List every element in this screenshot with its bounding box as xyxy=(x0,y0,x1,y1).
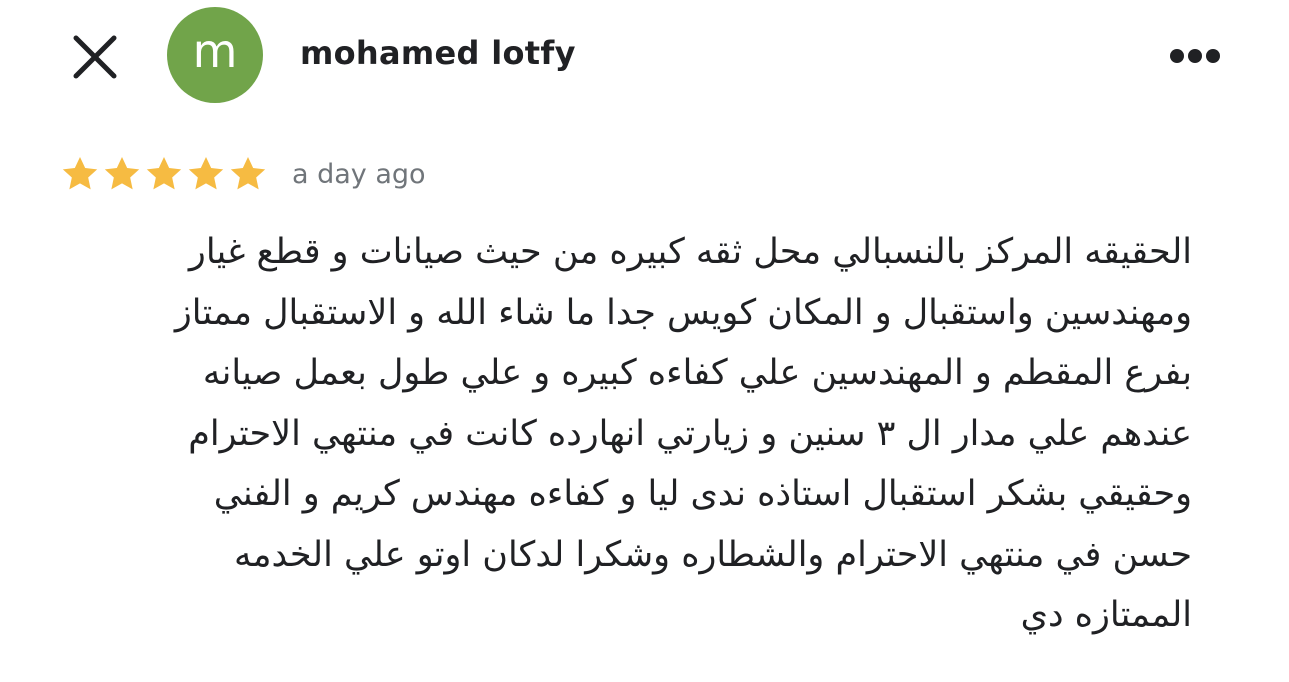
review-text-line: عندهم علي مدار ال ٣ سنين و زيارتي انهارد… xyxy=(188,413,1192,454)
review-text-line: وحقيقي بشكر استقبال استاذه ندى ليا و كفا… xyxy=(213,474,1192,514)
review-header: m mohamed lotfy xyxy=(0,0,1289,110)
review-text-line: الحقيقه المركز بالنسبالي محل ثقه كبيره م… xyxy=(188,232,1192,272)
review-text-line: بفرع المقطم و المهندسين علي كفاءه كبيره … xyxy=(202,353,1192,393)
review-text: الحقيقه المركز بالنسبالي محل ثقه كبيره م… xyxy=(52,222,1192,646)
review-text-line: ومهندسين واستقبال و المكان كويس جدا ما ش… xyxy=(174,292,1192,333)
review-date: a day ago xyxy=(292,158,426,190)
star-icon xyxy=(230,157,266,190)
rating-row: a day ago xyxy=(60,150,426,198)
review-text-line: الممتازه دي xyxy=(1020,595,1192,635)
review-text-line: حسن في منتهي الاحترام والشطاره وشكرا لدك… xyxy=(233,534,1192,575)
avatar[interactable]: m xyxy=(167,7,263,103)
star-icon xyxy=(146,157,182,190)
star-icon xyxy=(188,157,224,190)
star-rating xyxy=(60,154,268,194)
more-horizontal-icon xyxy=(1170,49,1220,63)
more-options-button[interactable] xyxy=(1160,36,1230,76)
close-icon xyxy=(73,35,117,79)
star-icon xyxy=(104,157,140,190)
star-icon xyxy=(62,157,98,190)
close-button[interactable] xyxy=(68,30,122,84)
author-name[interactable]: mohamed lotfy xyxy=(300,34,576,72)
